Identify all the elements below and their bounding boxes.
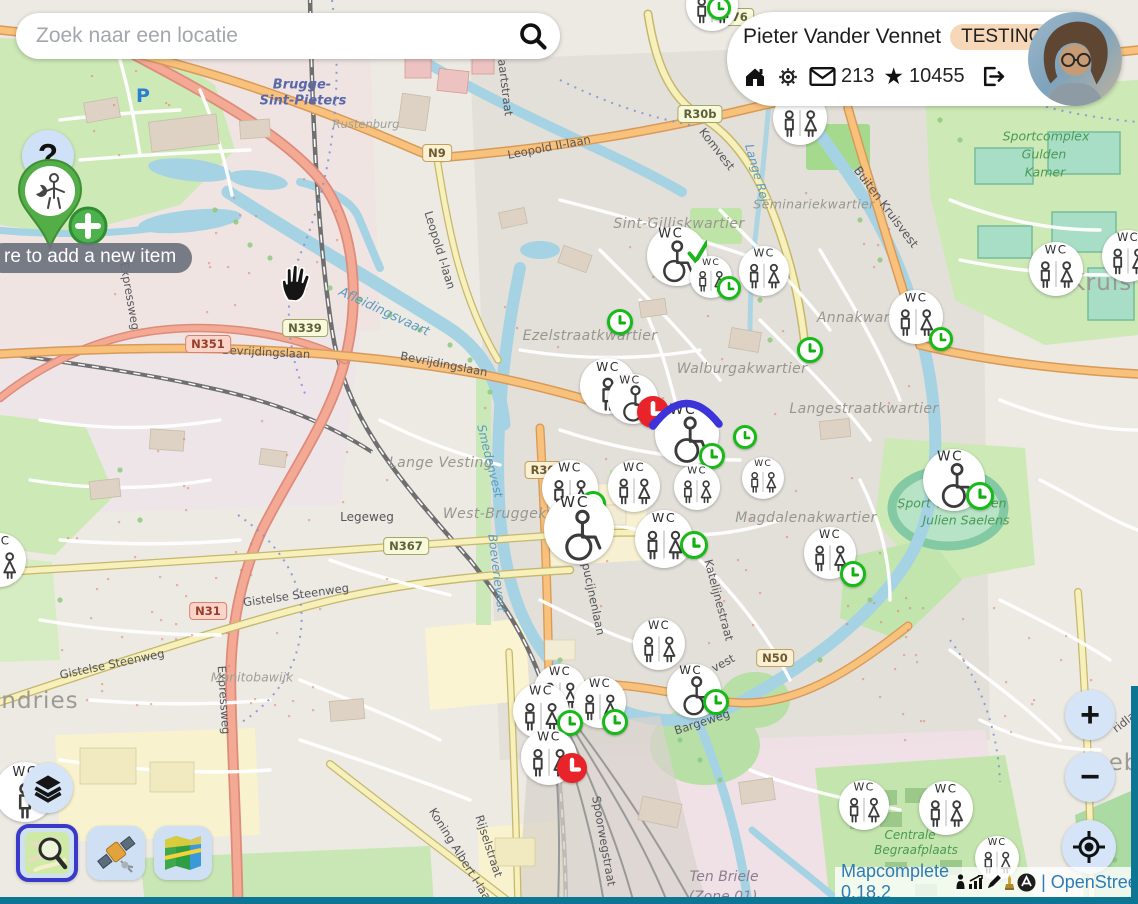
svg-text:WC: WC — [529, 684, 553, 698]
attribution-separator: | — [1041, 872, 1046, 893]
attribution-icons — [954, 873, 1036, 892]
closed-clock-badge[interactable] — [557, 753, 587, 783]
wc-marker-pair[interactable]: WC — [633, 618, 685, 670]
basemap-satellite-button[interactable] — [87, 826, 145, 880]
geolocate-button[interactable] — [1062, 820, 1116, 874]
wc-marker-pair[interactable]: WC — [839, 780, 889, 830]
svg-text:WC: WC — [937, 449, 963, 465]
svg-text:WC: WC — [753, 246, 774, 259]
statue-icon[interactable] — [1003, 874, 1016, 891]
opening-hours-clock-badge[interactable] — [703, 689, 729, 715]
wc-marker-pair[interactable]: WC — [0, 533, 26, 587]
opening-hours-clock-badge[interactable] — [929, 327, 953, 351]
opening-hours-clock-badge[interactable] — [733, 425, 757, 449]
svg-text:WC: WC — [679, 664, 702, 677]
search-button[interactable] — [518, 21, 548, 51]
statistics-icon[interactable] — [968, 875, 985, 890]
svg-text:WC: WC — [549, 664, 571, 678]
svg-text:WC: WC — [754, 458, 772, 469]
wc-marker-pair[interactable]: WC — [608, 460, 660, 512]
location-search-bar — [16, 13, 560, 59]
wc-marker-wheelchair[interactable]: WC — [544, 494, 614, 564]
svg-text:WC: WC — [623, 460, 645, 474]
zoom-in-button[interactable]: + — [1065, 690, 1115, 740]
opening-hours-clock-badge[interactable] — [607, 309, 633, 335]
search-input[interactable] — [34, 23, 518, 49]
basemap-osm-button[interactable] — [16, 824, 78, 882]
wc-marker-pair[interactable]: WC — [674, 464, 720, 510]
opening-hours-clock-badge[interactable] — [797, 337, 823, 363]
svg-text:WC: WC — [935, 781, 958, 795]
svg-text:WC: WC — [589, 676, 611, 690]
wc-marker-pair[interactable]: WC — [1102, 230, 1138, 282]
right-edge-strip — [1131, 686, 1138, 904]
wc-marker-pair[interactable]: WC — [919, 781, 973, 835]
contributor-icon[interactable] — [954, 874, 967, 890]
basemap-foldedmap-button[interactable] — [154, 826, 212, 880]
mail-icon[interactable] — [809, 66, 836, 87]
svg-text:WC: WC — [558, 461, 582, 475]
user-name[interactable]: Pieter Vander Vennet — [743, 25, 941, 49]
star-icon: ★ — [883, 65, 904, 88]
svg-text:WC: WC — [687, 466, 706, 477]
osm-logo-icon[interactable] — [1017, 873, 1036, 892]
opening-hours-clock-badge[interactable] — [840, 561, 866, 587]
search-icon — [518, 21, 548, 51]
user-panel: Pieter Vander Vennet TESTING 213 ★ 10455 — [727, 12, 1122, 106]
svg-text:WC: WC — [819, 527, 841, 541]
opening-hours-clock-badge[interactable] — [680, 531, 708, 559]
gear-icon[interactable] — [776, 65, 800, 89]
svg-text:WC: WC — [648, 618, 670, 632]
svg-text:WC: WC — [1045, 242, 1068, 256]
home-icon[interactable] — [743, 65, 767, 89]
add-item-tooltip: re to add a new item — [0, 243, 192, 273]
svg-text:WC: WC — [0, 533, 10, 547]
opening-hours-clock-badge[interactable] — [717, 276, 741, 300]
opening-hours-clock-badge[interactable] — [602, 709, 628, 735]
wc-marker-pair[interactable]: WC — [742, 457, 784, 499]
map-markers-layer: WCWCWCWCWCWCWCWCWCWCWC WCWCWCWCWCWCWCWCW… — [0, 0, 1138, 904]
wc-marker-pair[interactable]: WC — [1029, 242, 1083, 296]
folded-map-icon — [161, 832, 205, 874]
wc-marker-pair[interactable]: WC — [739, 246, 789, 296]
avatar[interactable] — [1028, 12, 1122, 106]
svg-text:WC: WC — [1117, 230, 1138, 244]
edit-pencil-icon[interactable] — [986, 874, 1002, 890]
openstreetmap-link[interactable]: OpenStreetMap — [1051, 872, 1138, 893]
bottom-edge-strip — [0, 897, 1138, 904]
message-count[interactable]: 213 — [841, 65, 874, 88]
changeset-count[interactable]: 10455 — [909, 65, 965, 88]
grab-hand-cursor — [279, 264, 311, 302]
svg-text:WC: WC — [702, 257, 720, 268]
osm-map-icon — [24, 831, 70, 875]
logout-icon[interactable] — [980, 64, 1005, 89]
geolocate-icon — [1069, 827, 1109, 867]
svg-text:WC: WC — [596, 360, 620, 374]
layers-button[interactable] — [23, 763, 73, 813]
svg-text:WC: WC — [658, 226, 683, 241]
svg-text:WC: WC — [619, 374, 640, 386]
svg-text:WC: WC — [537, 730, 561, 744]
zoom-out-button[interactable]: − — [1065, 752, 1115, 802]
svg-text:WC: WC — [988, 837, 1007, 848]
selected-marker-arc — [648, 392, 724, 434]
attribution-bar: Mapcomplete 0.18.2 | OpenStreetMap — [835, 867, 1138, 897]
opening-hours-clock-badge[interactable] — [966, 482, 994, 510]
svg-text:WC: WC — [905, 290, 928, 304]
svg-text:WC: WC — [853, 780, 874, 793]
svg-text:WC: WC — [652, 510, 677, 525]
satellite-icon — [94, 832, 138, 874]
svg-text:WC: WC — [560, 494, 590, 511]
mapcomplete-app: Brugge-Sint-PietersRustenburgVaartstraat… — [0, 0, 1138, 904]
basemap-switcher — [16, 824, 212, 882]
layers-icon — [30, 770, 66, 806]
